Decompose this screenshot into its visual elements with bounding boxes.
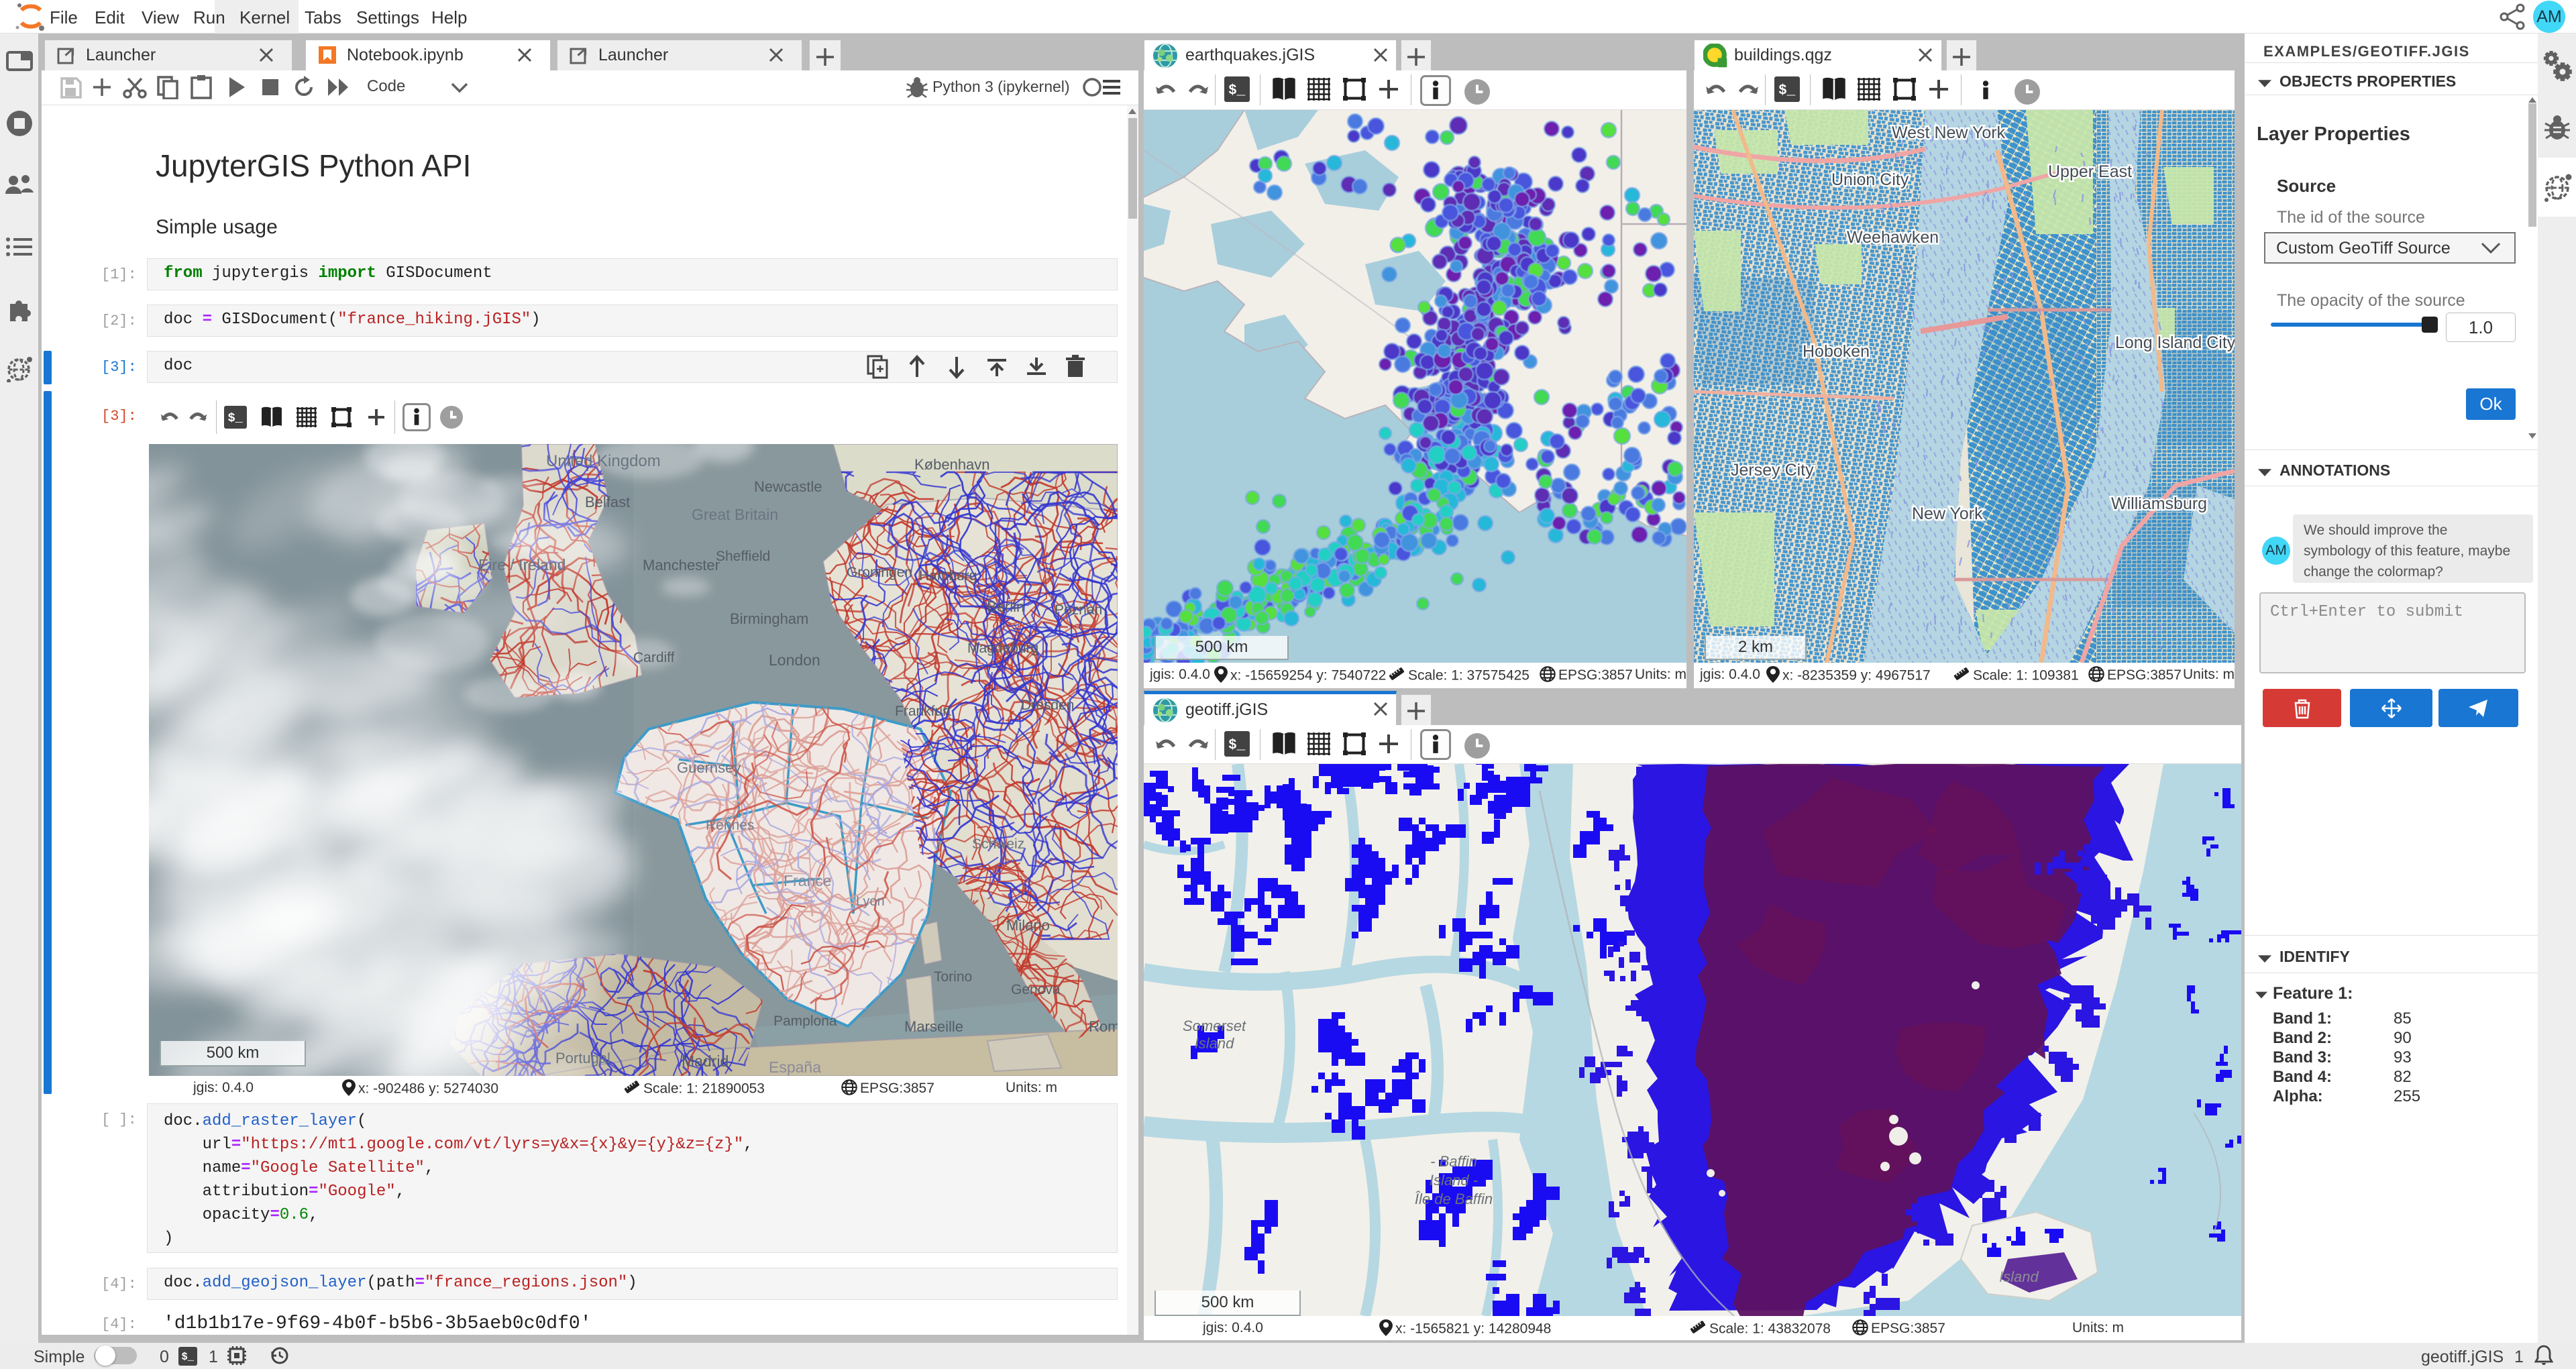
svg-text:Newcastle: Newcastle [754,478,822,495]
svg-text:Upper East: Upper East [2048,162,2132,181]
svg-text:Sheffield: Sheffield [716,549,770,564]
svg-text:Williamsburg: Williamsburg [2111,494,2207,513]
svg-text:Cardiff: Cardiff [633,650,675,665]
svg-text:Roma: Roma [1089,1018,1118,1035]
svg-text:Marseille: Marseille [904,1018,963,1035]
svg-text:Portugal: Portugal [555,1050,610,1066]
svg-text:Union City: Union City [1831,170,1909,189]
svg-text:$_: $_ [181,1351,194,1363]
svg-text:Great Britain: Great Britain [692,506,778,523]
svg-text:Weehawken: Weehawken [1847,228,1939,247]
svg-text:Hamburg: Hamburg [919,568,977,584]
svg-text:Torino: Torino [934,969,972,985]
svg-text:Somerset: Somerset [1183,1018,1246,1034]
svg-text:Berlin: Berlin [987,598,1024,615]
svg-text:Dresden: Dresden [1021,698,1074,713]
svg-text:Belfast: Belfast [585,494,630,510]
svg-text:Jersey City: Jersey City [1731,461,1814,480]
svg-text:Long Island City: Long Island City [2115,333,2235,352]
svg-text:Birmingham: Birmingham [730,610,808,627]
svg-text:London: London [769,651,820,669]
svg-text:Île de Baffin: Île de Baffin [1415,1191,1493,1207]
svg-text:Frankfurt: Frankfurt [895,704,951,719]
svg-text:$_: $_ [1778,83,1796,99]
svg-text:Groningen: Groningen [847,565,912,580]
svg-text:Eire / Ireland: Eire / Ireland [478,556,566,573]
svg-text:Rennes: Rennes [706,818,754,833]
svg-text:Genova: Genova [1011,982,1061,997]
svg-text:$_: $_ [1228,83,1246,99]
svg-text:Milano: Milano [1006,917,1050,934]
svg-text:New York: New York [1912,504,1983,523]
svg-text:West New York: West New York [1892,123,2006,142]
svg-text:España: España [769,1058,821,1076]
svg-text:Magdeburg: Magdeburg [967,641,1038,656]
svg-text:France: France [784,872,832,889]
svg-text:Island -: Island - [1430,1172,1478,1189]
svg-text:Madrid: Madrid [682,1052,729,1070]
svg-text:Hoboken: Hoboken [1803,342,1870,361]
svg-text:København: København [914,456,990,473]
svg-text:$_: $_ [227,410,243,425]
svg-text:Island: Island [1999,1268,2039,1285]
svg-text:$_: $_ [1228,738,1246,753]
svg-text:Schweiz: Schweiz [972,836,1024,852]
svg-text:Lyon: Lyon [856,894,885,909]
svg-text:- Baffin: - Baffin [1430,1153,1477,1170]
svg-text:Island: Island [1195,1035,1234,1052]
svg-text:Manchester: Manchester [643,557,720,573]
svg-text:Poznan: Poznan [1055,602,1102,618]
svg-text:United Kingdom: United Kingdom [546,452,661,470]
svg-text:Guernsey: Guernsey [677,759,741,776]
svg-text:Pamplona: Pamplona [773,1014,837,1029]
